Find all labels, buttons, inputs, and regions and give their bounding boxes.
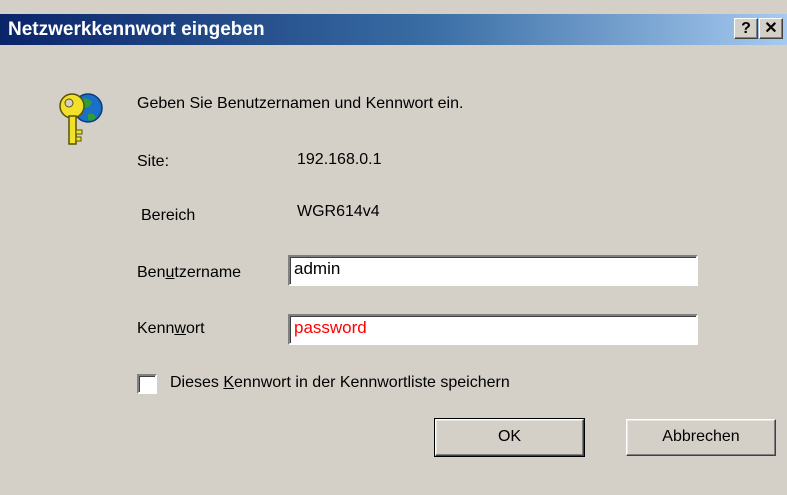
- close-button[interactable]: ✕: [759, 18, 783, 39]
- username-input[interactable]: admin: [288, 255, 698, 286]
- ok-button[interactable]: OK: [434, 418, 585, 457]
- key-globe-icon: [59, 93, 103, 145]
- realm-value: WGR614v4: [297, 203, 380, 220]
- save-password-checkbox[interactable]: [137, 374, 157, 394]
- save-password-label[interactable]: Dieses Kennwort in der Kennwortliste spe…: [170, 374, 510, 392]
- username-label: Benutzername: [137, 264, 242, 281]
- title-bar: Netzwerkkennwort eingeben ? ✕: [0, 14, 787, 45]
- help-button[interactable]: ?: [734, 18, 758, 39]
- password-label: Kennwort: [137, 320, 205, 337]
- password-input[interactable]: password: [288, 314, 698, 345]
- cancel-button[interactable]: Abbrechen: [626, 419, 776, 456]
- site-label: Site:: [137, 153, 170, 170]
- realm-label: Bereich: [141, 207, 196, 224]
- site-value: 192.168.0.1: [297, 151, 382, 168]
- instruction-text: Geben Sie Benutzernamen und Kennwort ein…: [137, 95, 464, 112]
- password-dialog: Netzwerkkennwort eingeben ? ✕ Geben Sie …: [0, 0, 787, 495]
- dialog-title: Netzwerkkennwort eingeben: [8, 19, 265, 40]
